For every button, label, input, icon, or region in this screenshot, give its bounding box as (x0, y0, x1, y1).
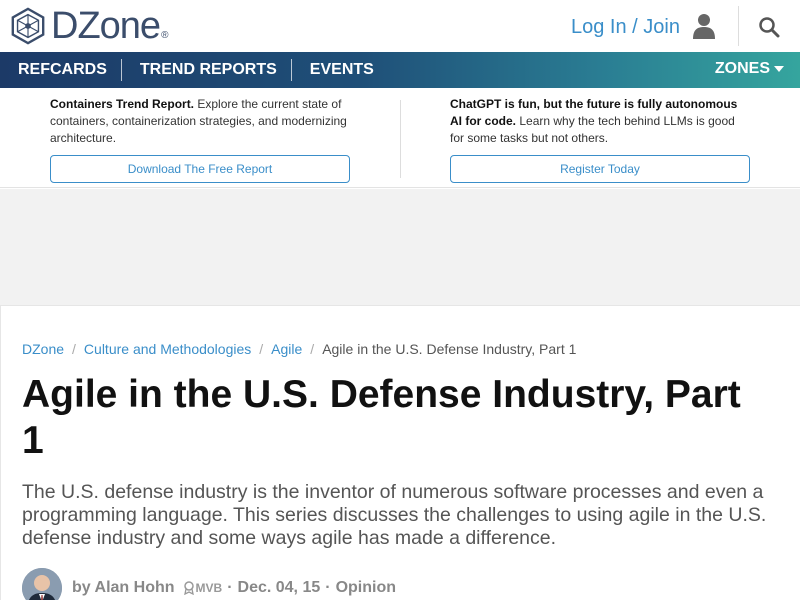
breadcrumb-agile[interactable]: Agile (271, 341, 302, 357)
breadcrumb-culture[interactable]: Culture and Methodologies (84, 341, 251, 357)
breadcrumb-separator: / (310, 341, 315, 357)
header-divider (738, 6, 739, 46)
promo-band: Containers Trend Report. Explore the cur… (0, 88, 800, 188)
promo-chatgpt-text: ChatGPT is fun, but the future is fully … (450, 96, 750, 147)
article-title: Agile in the U.S. Defense Industry, Part… (22, 373, 741, 462)
logo-registered-mark: ® (161, 29, 169, 41)
promo-divider (400, 100, 401, 178)
byline-separator: · (325, 579, 331, 596)
register-today-button[interactable]: Register Today (450, 155, 750, 183)
logo-text: DZone (51, 5, 161, 47)
ad-placeholder (0, 189, 800, 305)
article-byline: by Alan Hohn MVB · Dec. 04, 15 · Opinion (22, 568, 396, 600)
breadcrumb: DZone / Culture and Methodologies / Agile / Ag… (22, 341, 576, 357)
nav-events[interactable]: EVENTS (290, 59, 388, 81)
author-avatar[interactable] (22, 568, 62, 600)
download-report-button[interactable]: Download The Free Report (50, 155, 350, 183)
article-category[interactable]: Opinion (336, 579, 396, 597)
caret-down-icon (774, 65, 784, 72)
promo-containers-title: Containers Trend Report. (50, 97, 195, 111)
dzone-logo[interactable]: DZone ® (9, 7, 168, 45)
mvb-badge-icon (183, 581, 194, 595)
nav-zones-label: ZONES (714, 60, 770, 77)
byline-text: by Alan Hohn MVB · Dec. 04, 15 · Opinion (72, 579, 396, 597)
site-header: DZone ® Log In / Join (0, 0, 800, 52)
breadcrumb-separator: / (72, 341, 76, 357)
breadcrumb-current: Agile in the U.S. Defense Industry, Part… (322, 341, 577, 357)
main-nav: REFCARDS TREND REPORTS EVENTS ZONES (0, 52, 800, 88)
search-icon[interactable] (758, 16, 780, 38)
article-container: DZone / Culture and Methodologies / Agile / Ag… (0, 305, 800, 600)
article-date: Dec. 04, 15 (237, 579, 321, 596)
nav-zones-dropdown[interactable]: ZONES (715, 60, 784, 78)
nav-trend-reports[interactable]: TREND REPORTS (120, 59, 291, 81)
breadcrumb-dzone[interactable]: DZone (22, 341, 64, 357)
user-icon[interactable] (692, 13, 716, 39)
byline-separator: · (227, 579, 233, 596)
login-join-link[interactable]: Log In / Join (571, 16, 680, 39)
mvb-badge: MVB (183, 581, 223, 595)
nav-refcards[interactable]: REFCARDS (0, 59, 121, 81)
promo-containers-text: Containers Trend Report. Explore the cur… (50, 96, 350, 147)
author-name[interactable]: by Alan Hohn (72, 579, 175, 597)
mvb-label: MVB (195, 581, 223, 595)
author-photo-icon (22, 568, 62, 600)
breadcrumb-separator: / (259, 341, 264, 357)
article-subtitle: The U.S. defense industry is the invento… (22, 481, 767, 549)
dzone-logo-icon (11, 7, 45, 45)
